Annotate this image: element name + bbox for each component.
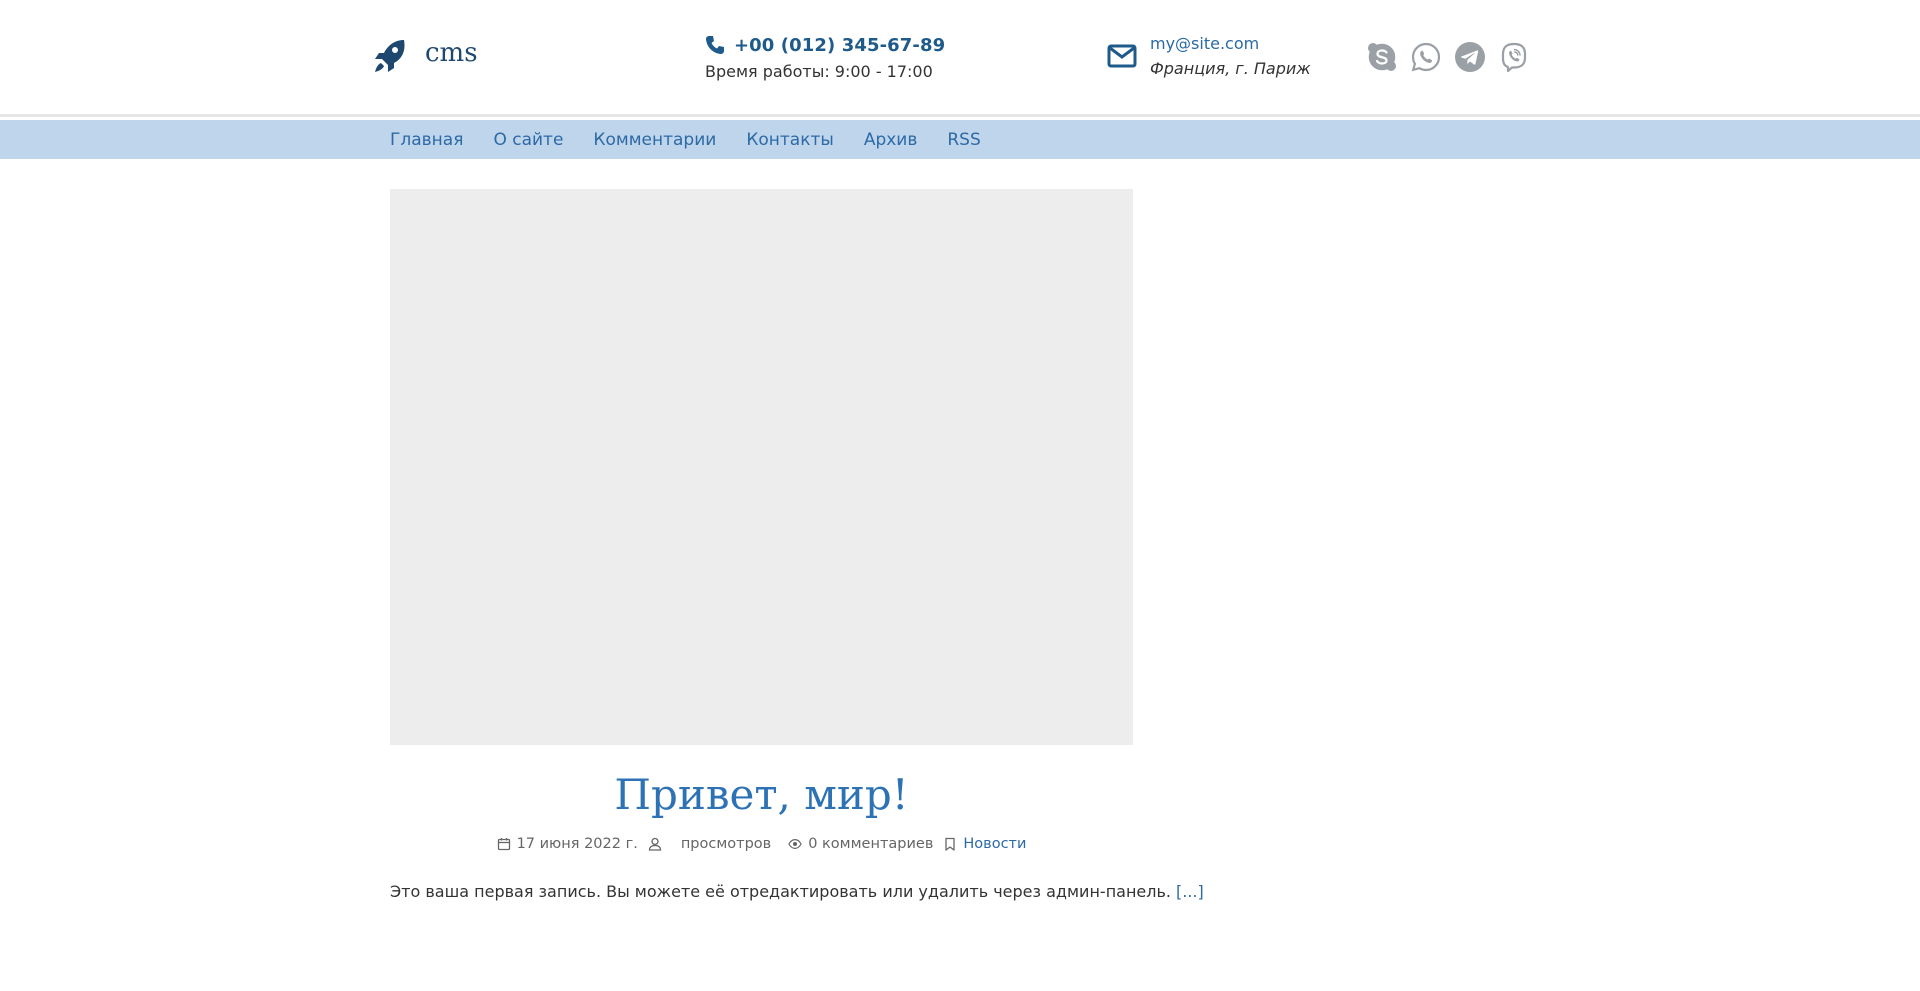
- main-navigation: Главная О сайте Комментарии Контакты Арх…: [0, 120, 1920, 159]
- phone-icon: [706, 36, 724, 54]
- nav-item-home: Главная: [390, 130, 463, 150]
- post-title: Привет, мир!: [390, 770, 1133, 819]
- nav-link-comments[interactable]: Комментарии: [593, 130, 716, 150]
- nav-item-about: О сайте: [493, 130, 563, 150]
- phone-line: +00 (012) 345-67-89: [705, 33, 945, 57]
- nav-item-archive: Архив: [864, 130, 918, 150]
- nav-link-home[interactable]: Главная: [390, 130, 463, 150]
- post-category: Новости: [943, 836, 1026, 852]
- nav-item-contacts: Контакты: [746, 130, 834, 150]
- post-comments: 0 комментариев: [788, 836, 933, 852]
- post-date-text: 17 июня 2022 г.: [516, 836, 638, 852]
- nav-link-rss[interactable]: RSS: [947, 130, 980, 150]
- phone-block: +00 (012) 345-67-89 Время работы: 9:00 -…: [705, 33, 945, 82]
- calendar-icon: [497, 838, 510, 851]
- viber-link[interactable]: [1498, 41, 1530, 73]
- post-author: [648, 837, 668, 851]
- nav-link-contacts[interactable]: Контакты: [746, 130, 834, 150]
- whatsapp-icon: [1411, 42, 1441, 72]
- bookmark-icon: [945, 837, 956, 851]
- email-link[interactable]: my@site.com: [1150, 34, 1311, 56]
- envelope-icon: [1107, 44, 1137, 68]
- work-hours: Время работы: 9:00 - 17:00: [705, 62, 933, 81]
- nav-link-about[interactable]: О сайте: [493, 130, 563, 150]
- user-icon: [648, 837, 661, 851]
- post-featured-image[interactable]: [390, 189, 1133, 745]
- post-title-link[interactable]: Привет, мир!: [614, 770, 908, 819]
- logo-link[interactable]: [373, 36, 407, 74]
- social-links: [1366, 41, 1542, 73]
- site-header: cms +00 (012) 345-67-89 Время работы: 9:…: [0, 0, 1920, 117]
- post-category-link[interactable]: Новости: [963, 836, 1026, 852]
- viber-icon: [1501, 42, 1527, 73]
- address: Франция, г. Париж: [1150, 59, 1311, 78]
- eye-icon: [788, 839, 802, 849]
- post-excerpt-text: Это ваша первая запись. Вы можете её отр…: [390, 882, 1171, 901]
- phone-link[interactable]: +00 (012) 345-67-89: [734, 35, 945, 56]
- telegram-link[interactable]: [1454, 41, 1486, 73]
- post-meta: 17 июня 2022 г. просмотров 0 комментарие…: [390, 836, 1133, 852]
- nav-item-comments: Комментарии: [593, 130, 716, 150]
- rocket-icon: [375, 40, 405, 72]
- nav-list: Главная О сайте Комментарии Контакты Арх…: [390, 120, 1011, 159]
- site-name: cms: [425, 38, 478, 68]
- post-views: просмотров: [680, 836, 772, 852]
- nav-item-rss: RSS: [947, 130, 980, 150]
- skype-link[interactable]: [1366, 41, 1398, 73]
- post-excerpt: Это ваша первая запись. Вы можете её отр…: [390, 882, 1204, 901]
- post-comments-text: 0 комментариев: [808, 836, 934, 852]
- post-date: 17 июня 2022 г.: [497, 836, 638, 852]
- skype-icon: [1368, 43, 1396, 71]
- telegram-icon: [1455, 42, 1485, 72]
- contact-block: my@site.com Франция, г. Париж: [1150, 34, 1311, 78]
- nav-link-archive[interactable]: Архив: [864, 130, 918, 150]
- read-more-link[interactable]: [...]: [1176, 882, 1204, 901]
- whatsapp-link[interactable]: [1410, 41, 1442, 73]
